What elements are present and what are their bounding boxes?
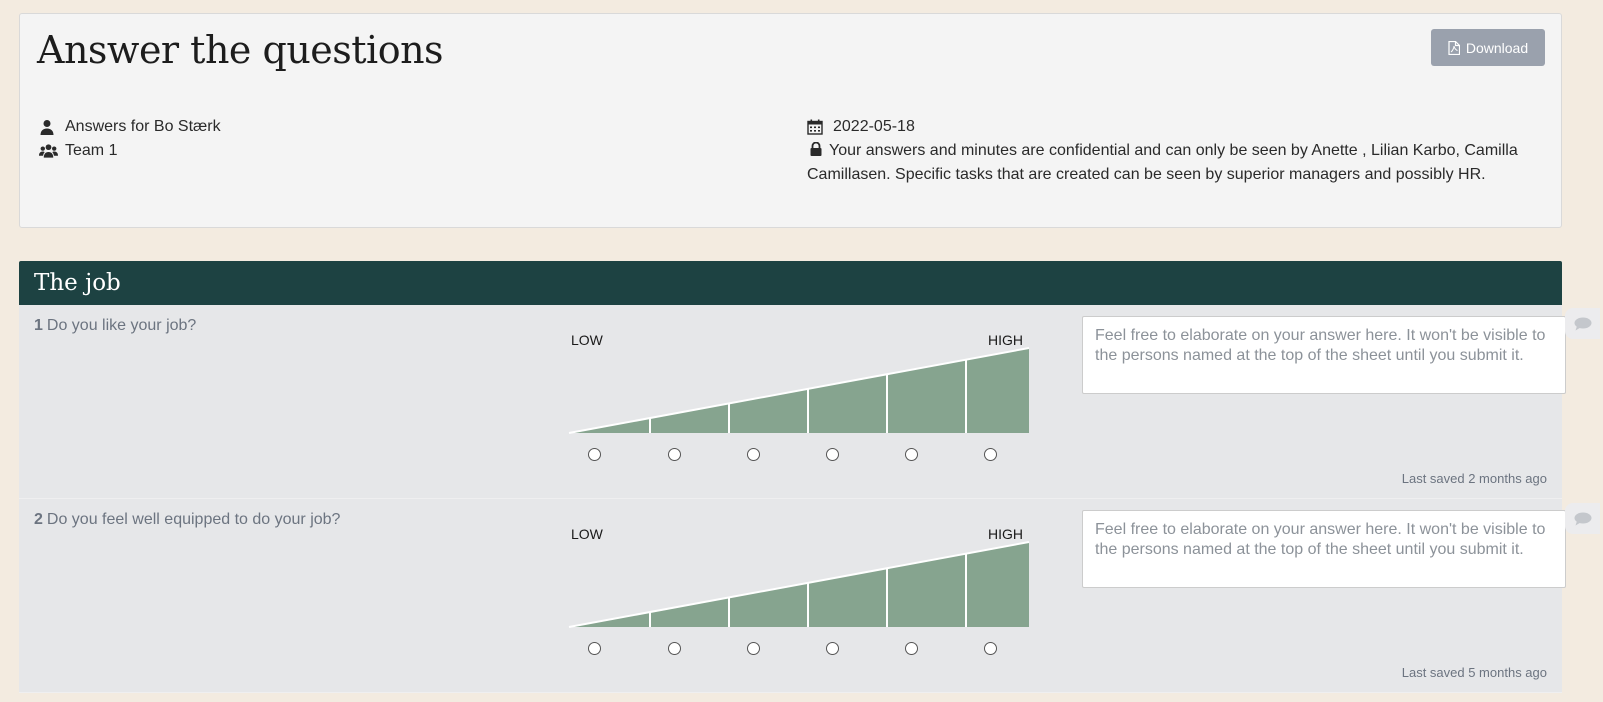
question-number: 2	[34, 511, 43, 528]
user-icon	[39, 115, 59, 139]
rating-option-3[interactable]	[747, 642, 760, 655]
rating-option-4[interactable]	[826, 642, 839, 655]
file-pdf-icon	[1448, 40, 1460, 55]
rating-scale: LOW HIGH	[547, 519, 1047, 669]
rating-option-2[interactable]	[668, 642, 681, 655]
last-saved-status: Last saved 2 months ago	[1401, 471, 1547, 486]
download-label: Download	[1465, 39, 1529, 56]
calendar-icon	[807, 115, 827, 139]
question-label: Do you like your job?	[46, 317, 197, 334]
question-text: 1 Do you like your job?	[34, 317, 196, 335]
team-row: Team 1	[39, 139, 117, 163]
section-the-job: The job 1 Do you like your job? LOW HIGH …	[19, 261, 1566, 693]
confidential-text: Your answers and minutes are confidentia…	[807, 142, 1518, 183]
rating-option-5[interactable]	[905, 448, 918, 461]
answers-for-row: Answers for Bo Stærk	[39, 115, 221, 139]
page-title: Answer the questions	[37, 28, 444, 72]
date-row: 2022-05-18	[807, 115, 915, 139]
comment-toggle-button[interactable]	[1565, 503, 1600, 534]
question-item: 1Do you like your job? LOW HIGH Last sav…	[19, 305, 1566, 499]
rating-option-3[interactable]	[747, 448, 760, 461]
comment-bubble-icon	[1574, 512, 1591, 525]
rating-option-2[interactable]	[668, 448, 681, 461]
comment-toggle-button[interactable]	[1565, 308, 1600, 339]
comment-field[interactable]	[1082, 510, 1566, 588]
scale-ramp	[568, 347, 1030, 434]
team-text: Team 1	[65, 142, 118, 159]
scale-ramp	[568, 541, 1030, 628]
rating-option-6[interactable]	[984, 642, 997, 655]
comment-field[interactable]	[1082, 316, 1566, 394]
rating-scale: LOW HIGH	[547, 325, 1047, 475]
section-title: The job	[19, 261, 1562, 305]
question-item: 2 Do you feel well equipped to do your jo…	[19, 499, 1566, 693]
users-icon	[39, 139, 59, 163]
lock-icon	[810, 142, 822, 156]
rating-option-1[interactable]	[588, 642, 601, 655]
rating-option-5[interactable]	[905, 642, 918, 655]
question-number: 1	[34, 317, 43, 334]
last-saved-status: Last saved 5 months ago	[1401, 665, 1547, 680]
download-button[interactable]: Download	[1431, 29, 1545, 66]
comment-bubble-icon	[1574, 317, 1591, 330]
answers-for-text: Answers for Bo Stærk	[65, 118, 221, 135]
date-text: 2022-05-18	[833, 118, 915, 135]
rating-option-6[interactable]	[984, 448, 997, 461]
question-text: 2 Do you feel well equipped to do your jo…	[34, 511, 340, 529]
confidential-notice: Your answers and minutes are confidentia…	[807, 139, 1527, 187]
question-label: Do you feel well equipped to do your job…	[46, 511, 341, 528]
rating-option-1[interactable]	[588, 448, 601, 461]
header-card: Answer the questions Download Answers fo…	[19, 13, 1562, 228]
rating-option-4[interactable]	[826, 448, 839, 461]
